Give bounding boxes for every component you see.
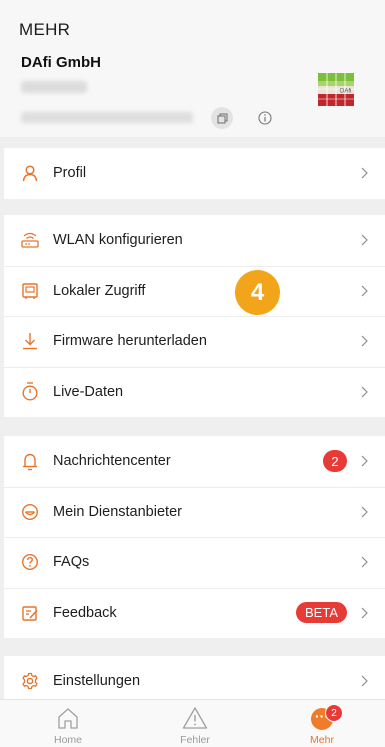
menu-item-label: Einstellungen — [53, 673, 141, 690]
copy-icon[interactable] — [211, 107, 233, 129]
chevron-right-icon — [357, 675, 371, 687]
router-icon — [20, 230, 40, 250]
tab-label: Fehler — [180, 734, 210, 746]
more-icon: ··· 2 — [311, 700, 343, 730]
menu-item-label: FAQs — [53, 554, 90, 571]
menu-item-firmware[interactable]: Firmware herunterladen — [4, 316, 385, 367]
service-provider-icon — [20, 502, 40, 522]
menu-item-label: Lokaler Zugriff — [53, 282, 146, 299]
menu-item-label: Mein Dienstanbieter — [53, 503, 182, 520]
menu-item-message-center[interactable]: Nachrichtencenter 2 — [4, 436, 385, 487]
beta-badge: BETA — [296, 602, 347, 624]
logo-text: DAfi — [340, 89, 351, 95]
company-name: DAfi GmbH — [21, 54, 101, 71]
support-group: Nachrichtencenter 2 Mein Dienstanbieter … — [4, 436, 385, 638]
profile-group: Profil — [4, 148, 385, 199]
download-icon — [20, 331, 40, 351]
header: MEHR DAfi GmbH DAfi — [0, 0, 385, 137]
home-icon — [56, 700, 80, 730]
step-marker: 4 — [235, 270, 280, 315]
menu-item-wlan[interactable]: WLAN konfigurieren — [4, 215, 385, 266]
menu-item-label: WLAN konfigurieren — [53, 232, 183, 249]
settings-group: Einstellungen — [4, 656, 385, 699]
menu-item-live-data[interactable]: Live-Daten — [4, 366, 385, 418]
chevron-right-icon — [357, 335, 371, 347]
tab-home[interactable]: Home — [33, 700, 103, 747]
blurred-serial — [21, 81, 87, 93]
chevron-right-icon — [357, 234, 371, 246]
chevron-right-icon — [357, 386, 371, 398]
chevron-right-icon — [357, 455, 371, 467]
unread-count-badge: 2 — [323, 450, 347, 473]
menu-item-local-access[interactable]: Lokaler Zugriff — [4, 265, 385, 317]
device-group: WLAN konfigurieren Lokaler Zugriff Firmw… — [4, 215, 385, 417]
warning-icon — [182, 700, 208, 730]
tab-fehler[interactable]: Fehler — [160, 700, 230, 747]
chevron-right-icon — [357, 285, 371, 297]
page-title: MEHR — [19, 20, 71, 39]
menu-item-feedback[interactable]: Feedback BETA — [4, 587, 385, 639]
tab-label: Mehr — [310, 734, 334, 746]
gear-icon — [20, 671, 40, 691]
tab-mehr[interactable]: ··· 2 Mehr — [287, 700, 357, 747]
feedback-icon — [20, 603, 40, 623]
chevron-right-icon — [357, 506, 371, 518]
menu-item-settings[interactable]: Einstellungen — [4, 656, 385, 699]
menu-item-label: Profil — [53, 165, 87, 182]
tab-label: Home — [53, 734, 82, 746]
info-icon[interactable] — [254, 107, 276, 129]
local-access-icon — [20, 281, 40, 301]
bell-icon — [20, 451, 40, 471]
menu-item-label: Firmware herunterladen — [53, 333, 207, 350]
menu-item-label: Live-Daten — [53, 383, 124, 400]
bottom-tab-bar: Home Fehler ··· 2 Mehr — [0, 699, 385, 747]
blurred-details — [21, 112, 193, 123]
menu-item-profil[interactable]: Profil — [4, 148, 385, 199]
question-icon — [20, 552, 40, 572]
chevron-right-icon — [357, 556, 371, 568]
company-logo: DAfi — [318, 73, 354, 106]
menu-item-label: Feedback — [53, 604, 117, 621]
menu-item-faqs[interactable]: FAQs — [4, 537, 385, 588]
menu-item-service-provider[interactable]: Mein Dienstanbieter — [4, 486, 385, 538]
chevron-right-icon — [357, 607, 371, 619]
menu-item-label: Nachrichtencenter — [53, 453, 171, 470]
stopwatch-icon — [20, 382, 40, 402]
chevron-right-icon — [357, 167, 371, 179]
person-icon — [20, 163, 40, 183]
tab-badge: 2 — [325, 704, 343, 722]
